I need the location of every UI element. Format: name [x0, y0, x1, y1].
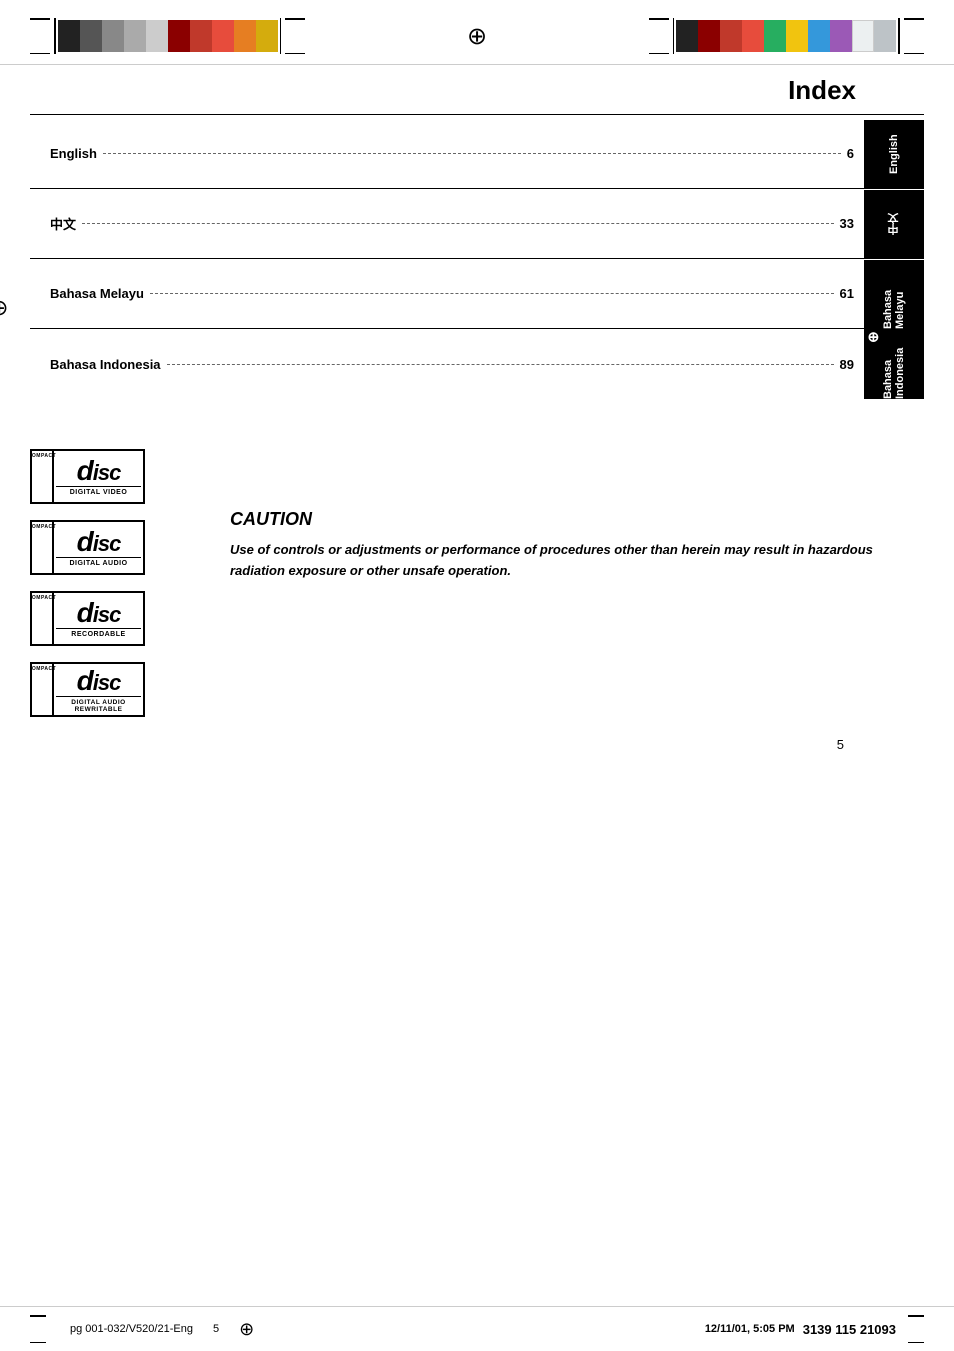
language-label: Bahasa Melayu: [50, 286, 144, 301]
page-ref: 89: [840, 357, 854, 372]
dot-leader: [167, 364, 834, 365]
center-crosshair-icon: ⊕: [467, 22, 487, 51]
side-tabs: English 中文 Bahasa Melayu Bahasa Indonesi…: [864, 119, 924, 399]
table-row: 中文 33: [30, 189, 864, 259]
disc-logo-recordable: COMPACT disc Recordable: [30, 591, 190, 646]
tab-chinese: 中文: [864, 189, 924, 259]
disc-subtitle: DIGITAL VIDEO: [56, 486, 141, 496]
disc-word: disc: [77, 599, 121, 627]
index-rows: English 6 中文 33 Bahasa Melayu 61: [30, 119, 864, 399]
row-content: English 6: [30, 146, 864, 161]
footer-center-text: 5: [213, 1323, 219, 1335]
top-bar: ⊕: [0, 0, 954, 65]
left-color-strip: [30, 18, 305, 54]
disc-word: disc: [77, 457, 121, 485]
disc-logos: COMPACT disc DIGITAL VIDEO COMPACT: [30, 449, 190, 717]
disc-logo-digital-video: COMPACT disc DIGITAL VIDEO: [30, 449, 190, 504]
row-content: Bahasa Indonesia 89: [30, 357, 864, 372]
logo-box: COMPACT disc DIGITAL AUDIO: [30, 520, 145, 575]
disc-subtitle: DIGITAL AUDIOReWritable: [56, 696, 141, 713]
disc-right: disc DIGITAL AUDIO: [54, 522, 143, 573]
footer-right: 12/11/01, 5:05 PM 3139 115 21093: [705, 1315, 924, 1343]
table-row: Bahasa Melayu 61: [30, 259, 864, 329]
left-crosshair-icon: ⊕: [0, 295, 8, 321]
disc-subtitle: Recordable: [56, 628, 141, 638]
disc-logo-digital-audio: COMPACT disc DIGITAL AUDIO: [30, 520, 190, 575]
index-title: Index: [788, 75, 856, 106]
top-divider: [30, 114, 924, 115]
logo-box: COMPACT disc DIGITAL VIDEO: [30, 449, 145, 504]
dot-leader: [150, 293, 834, 294]
logo-box: COMPACT disc DIGITAL AUDIOReWritable: [30, 662, 145, 717]
disc-word: disc: [77, 667, 121, 695]
compact-label: COMPACT: [32, 593, 54, 644]
caution-text: Use of controls or adjustments or perfor…: [230, 540, 924, 582]
page-ref: 61: [840, 286, 854, 301]
page-number: 5: [30, 737, 844, 752]
disc-right: disc Recordable: [54, 593, 143, 644]
footer-crosshair-icon: ⊕: [239, 1319, 254, 1340]
disc-right: disc DIGITAL VIDEO: [54, 451, 143, 502]
page-ref: 6: [847, 146, 854, 161]
table-row: English 6: [30, 119, 864, 189]
footer-left: pg 001-032/V520/21-Eng 5 ⊕: [30, 1315, 254, 1343]
tab-malay: Bahasa Melayu: [864, 259, 924, 329]
page-ref: 33: [840, 216, 854, 231]
bottom-section: COMPACT disc DIGITAL VIDEO COMPACT: [30, 449, 924, 717]
tab-indonesia: Bahasa Indonesia ⊕: [864, 329, 924, 399]
dot-leader: [103, 153, 841, 154]
right-color-strip: [649, 18, 924, 54]
compact-label: COMPACT: [32, 664, 54, 715]
footer-code: 3139 115 21093: [803, 1322, 896, 1337]
language-label: 中文: [50, 214, 76, 233]
caution-section: CAUTION Use of controls or adjustments o…: [230, 449, 924, 582]
disc-subtitle: DIGITAL AUDIO: [56, 557, 141, 567]
caution-title: CAUTION: [230, 509, 924, 530]
compact-label: COMPACT: [32, 451, 54, 502]
row-content: 中文 33: [30, 214, 864, 233]
index-table: English 6 中文 33 Bahasa Melayu 61: [30, 119, 924, 399]
main-content: Index English 6 中文 33: [0, 75, 954, 752]
footer-timestamp: 12/11/01, 5:05 PM: [705, 1323, 795, 1335]
disc-right: disc DIGITAL AUDIOReWritable: [54, 664, 143, 715]
compact-label: COMPACT: [32, 522, 54, 573]
table-row: Bahasa Indonesia 89: [30, 329, 864, 399]
disc-word: disc: [77, 528, 121, 556]
language-label: English: [50, 146, 97, 161]
dot-leader: [82, 223, 834, 224]
tab-english: English: [864, 119, 924, 189]
logo-box: COMPACT disc Recordable: [30, 591, 145, 646]
footer-bar: pg 001-032/V520/21-Eng 5 ⊕ 12/11/01, 5:0…: [0, 1306, 954, 1351]
disc-logo-rewritable: COMPACT disc DIGITAL AUDIOReWritable: [30, 662, 190, 717]
language-label: Bahasa Indonesia: [50, 357, 161, 372]
footer-left-text: pg 001-032/V520/21-Eng: [70, 1323, 193, 1335]
row-content: Bahasa Melayu 61: [30, 286, 864, 301]
